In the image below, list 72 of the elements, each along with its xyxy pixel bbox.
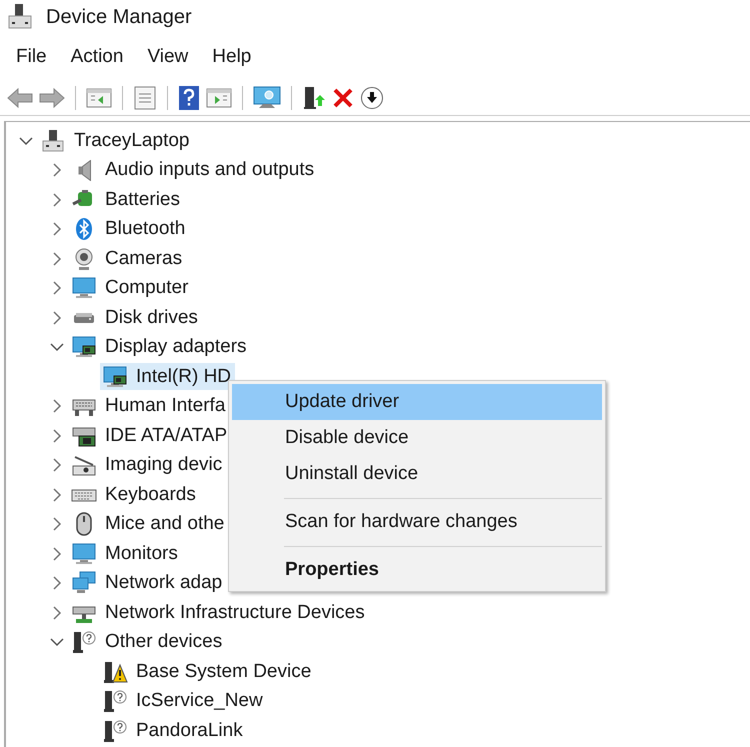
context-menu-item[interactable]: Scan for hardware changes — [232, 504, 602, 540]
tree-item[interactable]: Disk drives — [69, 304, 202, 332]
tree-item[interactable]: Batteries — [69, 186, 184, 214]
disk-drive-icon — [74, 312, 94, 323]
tree-item[interactable]: IDE ATA/ATAP — [69, 422, 232, 450]
tree-item[interactable]: Network adap — [69, 570, 226, 597]
chevron-down-icon[interactable] — [50, 637, 64, 648]
chevron-down-icon[interactable] — [50, 342, 64, 352]
chevron-right-icon[interactable] — [52, 310, 62, 325]
warning-device-icon — [102, 660, 128, 684]
chevron-right-icon[interactable] — [52, 606, 62, 620]
forward-arrow-icon[interactable] — [39, 86, 65, 108]
unknown-device-icon — [71, 630, 97, 654]
computer-tower-icon — [40, 128, 66, 153]
tree-item[interactable]: Mice and othe — [69, 510, 228, 538]
tree-item[interactable]: Computer — [69, 274, 192, 302]
speaker-icon — [78, 160, 90, 181]
properties-sheet-icon[interactable] — [133, 86, 157, 110]
tree-item[interactable]: Imaging devic — [69, 452, 226, 479]
tree-item[interactable]: Monitors — [69, 540, 182, 568]
monitor-icon — [71, 276, 97, 300]
tree-item[interactable]: Base System Device — [100, 658, 316, 686]
chevron-right-icon[interactable] — [52, 576, 62, 590]
chevron-right-icon[interactable] — [52, 517, 62, 532]
tree-pane-icon[interactable] — [86, 86, 112, 108]
chevron-down-icon[interactable] — [19, 136, 33, 146]
computer-tower-icon — [8, 4, 32, 30]
display-adapter-icon — [71, 335, 97, 360]
tree-item[interactable]: Other devices — [69, 628, 226, 656]
tree-item[interactable]: Keyboards — [69, 481, 200, 508]
chevron-right-icon[interactable] — [52, 546, 62, 561]
monitor-scan-icon[interactable] — [253, 86, 281, 110]
uninstall-x-icon[interactable] — [332, 86, 354, 108]
monitor-icon — [71, 542, 97, 566]
context-menu-item[interactable]: Disable device — [232, 420, 602, 456]
context-menu-item[interactable]: Update driver — [232, 384, 602, 420]
chevron-right-icon[interactable] — [52, 222, 62, 236]
chevron-right-icon[interactable] — [52, 163, 62, 178]
chevron-right-icon[interactable] — [52, 428, 62, 443]
unknown-device-icon — [102, 689, 128, 714]
tree-item[interactable]: IcService_New — [100, 688, 267, 715]
tree-item[interactable]: TraceyLaptop — [38, 127, 194, 154]
unknown-device-icon — [102, 718, 128, 743]
tree-item[interactable]: Bluetooth — [69, 216, 190, 243]
scanner-icon — [71, 453, 97, 478]
menu-item[interactable]: Action — [70, 42, 124, 72]
chevron-right-icon[interactable] — [52, 488, 62, 502]
chevron-right-icon[interactable] — [52, 252, 62, 266]
tree-item[interactable]: Intel(R) HD — [100, 363, 236, 390]
back-arrow-icon[interactable] — [7, 86, 33, 108]
chevron-right-icon[interactable] — [52, 281, 62, 296]
context-menu-item[interactable]: Uninstall device — [232, 456, 602, 492]
chevron-right-icon[interactable] — [52, 399, 62, 414]
chevron-right-icon[interactable] — [52, 192, 62, 207]
menu-item[interactable]: File — [16, 42, 47, 72]
display-adapter-icon — [102, 364, 128, 389]
chevron-right-icon[interactable] — [52, 458, 62, 472]
context-menu-item[interactable]: Properties — [232, 552, 602, 588]
action-pane-icon[interactable] — [206, 86, 232, 108]
download-circle-icon[interactable] — [360, 86, 384, 110]
tree-item[interactable]: Cameras — [69, 245, 186, 272]
help-icon[interactable] — [178, 84, 200, 110]
tree-item[interactable]: Display adapters — [69, 334, 251, 361]
tree-item[interactable]: PandoraLink — [100, 717, 247, 744]
menu-item[interactable]: Help — [212, 42, 252, 72]
tree-item[interactable]: Audio inputs and outputs — [69, 156, 318, 184]
menu-item[interactable]: View — [147, 42, 188, 72]
networked-monitors-icon — [71, 571, 97, 596]
tree-item[interactable]: Human Interfa — [69, 392, 230, 420]
update-driver-icon[interactable] — [302, 86, 326, 110]
tree-item[interactable]: Network Infrastructure Devices — [69, 599, 369, 626]
window-title: Device Manager — [46, 5, 192, 30]
